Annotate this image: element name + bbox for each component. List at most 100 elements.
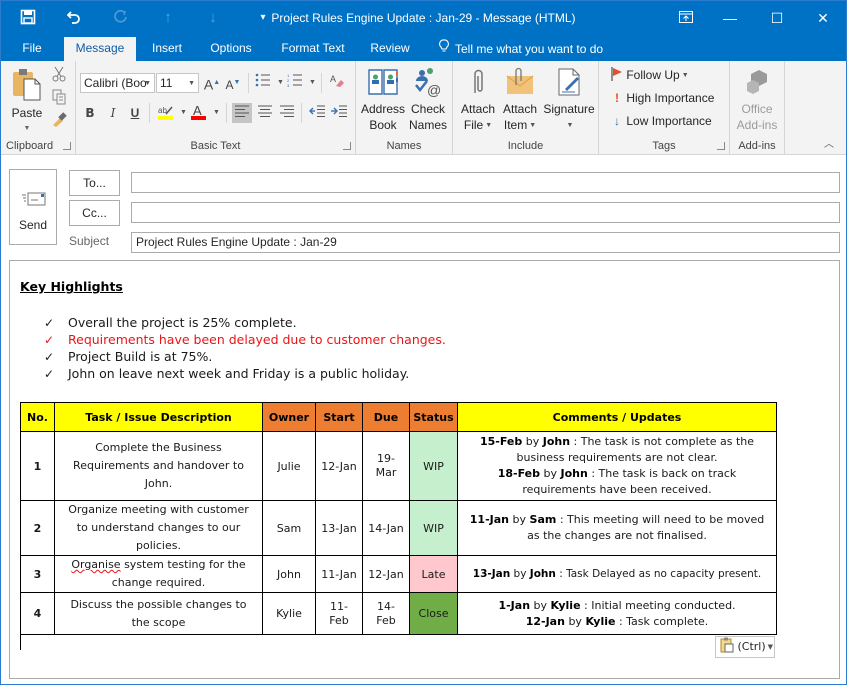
chevron-down-icon: ▼	[144, 80, 151, 87]
row-number: 1	[20, 431, 55, 501]
tags-launcher-icon[interactable]	[717, 142, 725, 150]
format-painter-icon[interactable]	[49, 111, 69, 131]
maximize-button[interactable]: ☐	[765, 7, 789, 29]
chevron-down-icon: ▼	[566, 121, 574, 129]
chevron-down-icon: ▼	[767, 643, 774, 651]
bullets-button[interactable]	[253, 73, 273, 93]
clipboard-icon	[720, 637, 734, 653]
tab-insert[interactable]: Insert	[146, 37, 188, 61]
col-header-start: Start	[315, 402, 363, 432]
close-button[interactable]: ✕	[811, 7, 835, 29]
svg-text:A: A	[193, 103, 202, 118]
flag-icon	[611, 67, 622, 81]
to-button[interactable]: To...	[69, 170, 120, 196]
tab-format-text[interactable]: Format Text	[275, 37, 351, 61]
align-center-button[interactable]	[255, 103, 275, 123]
align-left-button[interactable]	[232, 103, 252, 123]
cc-field[interactable]	[131, 202, 840, 223]
office-addins-icon	[747, 70, 767, 94]
check-names-button[interactable]: @ Check Names	[406, 67, 450, 133]
cc-button[interactable]: Cc...	[69, 200, 120, 226]
chevron-down-icon: ▼	[188, 80, 195, 87]
attach-file-button[interactable]: Attach File ▼	[457, 67, 499, 134]
check-names-icon: @	[415, 68, 441, 98]
bold-button[interactable]: B	[80, 103, 100, 123]
to-field[interactable]	[131, 172, 840, 193]
signature-button[interactable]: Signature ▼	[541, 67, 597, 134]
task-comments: 15-Feb by John : The task is not complet…	[457, 431, 777, 501]
separator	[301, 103, 302, 123]
tab-file[interactable]: File	[15, 37, 49, 61]
collapse-ribbon-icon[interactable]: ︿	[824, 135, 834, 150]
increase-indent-button[interactable]	[329, 103, 349, 123]
basic-text-launcher-icon[interactable]	[343, 142, 351, 150]
highlights-list: ✓ Overall the project is 25% complete. ✓ R…	[44, 314, 446, 382]
chevron-down-icon: ▼	[485, 121, 493, 129]
text-cursor	[20, 634, 21, 650]
clipboard-group: Paste ▼ Clipboard	[1, 61, 76, 155]
italic-button[interactable]: I	[103, 103, 123, 123]
comment-entry: 13-Jan by John : Task Delayed as no capa…	[472, 567, 762, 580]
comment-entry: 12-Jan by Kylie : Task complete.	[525, 614, 709, 628]
row-number: 4	[20, 592, 55, 635]
highlight-color-button[interactable]: ab	[156, 103, 176, 123]
font-size-select[interactable]: 11 ▼	[156, 73, 199, 93]
low-importance-button[interactable]: ↓ Low Importance	[611, 111, 712, 131]
attach-item-label-1: Attach	[502, 102, 538, 116]
tab-options[interactable]: Options	[204, 37, 258, 61]
bullets-dropdown-icon[interactable]: ▼	[277, 79, 284, 86]
attach-file-label-1: Attach	[460, 102, 496, 116]
font-color-dropdown-icon[interactable]: ▼	[213, 109, 220, 116]
checkmark-icon: ✓	[44, 367, 55, 381]
attach-item-label-2: Item	[503, 118, 528, 132]
paste-button[interactable]: Paste ▼	[7, 67, 47, 137]
send-button[interactable]: Send	[9, 169, 57, 245]
font-name-select[interactable]: Calibri (Boo ▼	[80, 73, 155, 93]
chevron-down-icon: ▼	[681, 71, 689, 79]
minimize-button[interactable]: —	[718, 7, 742, 29]
checkmark-icon: ✓	[44, 333, 55, 347]
copy-icon[interactable]	[49, 89, 69, 109]
tab-review[interactable]: Review	[367, 37, 413, 61]
message-body[interactable]: Key Highlights ✓ Overall the project is 2…	[9, 260, 840, 679]
attach-item-button[interactable]: Attach Item ▼	[499, 67, 541, 134]
tags-group-label: Tags	[652, 140, 676, 152]
paperclip-icon	[474, 69, 483, 93]
clear-formatting-icon[interactable]: A	[327, 73, 347, 93]
address-book-button[interactable]: Address Book	[360, 67, 406, 133]
task-owner: Kylie	[262, 592, 316, 635]
svg-text:3: 3	[287, 83, 290, 87]
shrink-font-button[interactable]: A▼	[223, 73, 243, 93]
names-group: Address Book @ Check Names Names	[356, 61, 453, 155]
envelope-attach-icon	[506, 67, 534, 94]
tell-me-search[interactable]: Tell me what you want to do	[439, 37, 603, 61]
paste-options-button[interactable]: (Ctrl) ▼	[715, 636, 775, 658]
decrease-indent-button[interactable]	[307, 103, 327, 123]
grow-font-button[interactable]: A▲	[202, 73, 222, 93]
follow-up-button[interactable]: Follow Up ▼	[611, 65, 689, 85]
address-book-label-2: Book	[369, 118, 397, 132]
underline-button[interactable]: U	[125, 103, 145, 123]
col-header-comments: Comments / Updates	[457, 402, 777, 432]
comment-entry: 1-Jan by Kylie : Initial meeting conduct…	[498, 598, 736, 612]
align-right-button[interactable]	[277, 103, 297, 123]
tab-message[interactable]: Message	[64, 37, 136, 61]
chevron-down-icon: ▼	[529, 121, 537, 129]
subject-field[interactable]: Project Rules Engine Update : Jan-29	[131, 232, 840, 253]
highlight-dropdown-icon[interactable]: ▼	[180, 109, 187, 116]
spelling-flag[interactable]: Organise	[71, 558, 120, 571]
table-row: 1 Complete the Business Requirements and…	[20, 431, 777, 501]
clipboard-launcher-icon[interactable]	[63, 142, 71, 150]
svg-text:A: A	[330, 74, 336, 84]
task-description: Organise system testing for the change r…	[54, 555, 263, 593]
numbering-dropdown-icon[interactable]: ▼	[309, 79, 316, 86]
task-description-rest: system testing for the change required.	[111, 558, 246, 589]
cut-icon[interactable]	[49, 66, 69, 86]
font-color-button[interactable]: A	[189, 103, 209, 123]
paste-icon	[13, 69, 41, 101]
high-importance-button[interactable]: ! High Importance	[611, 88, 714, 108]
office-addins-button: Office Add-ins	[732, 67, 782, 133]
task-owner: Julie	[262, 431, 316, 501]
numbering-button[interactable]: 123	[285, 73, 305, 93]
ribbon-display-options-icon[interactable]	[674, 7, 698, 29]
